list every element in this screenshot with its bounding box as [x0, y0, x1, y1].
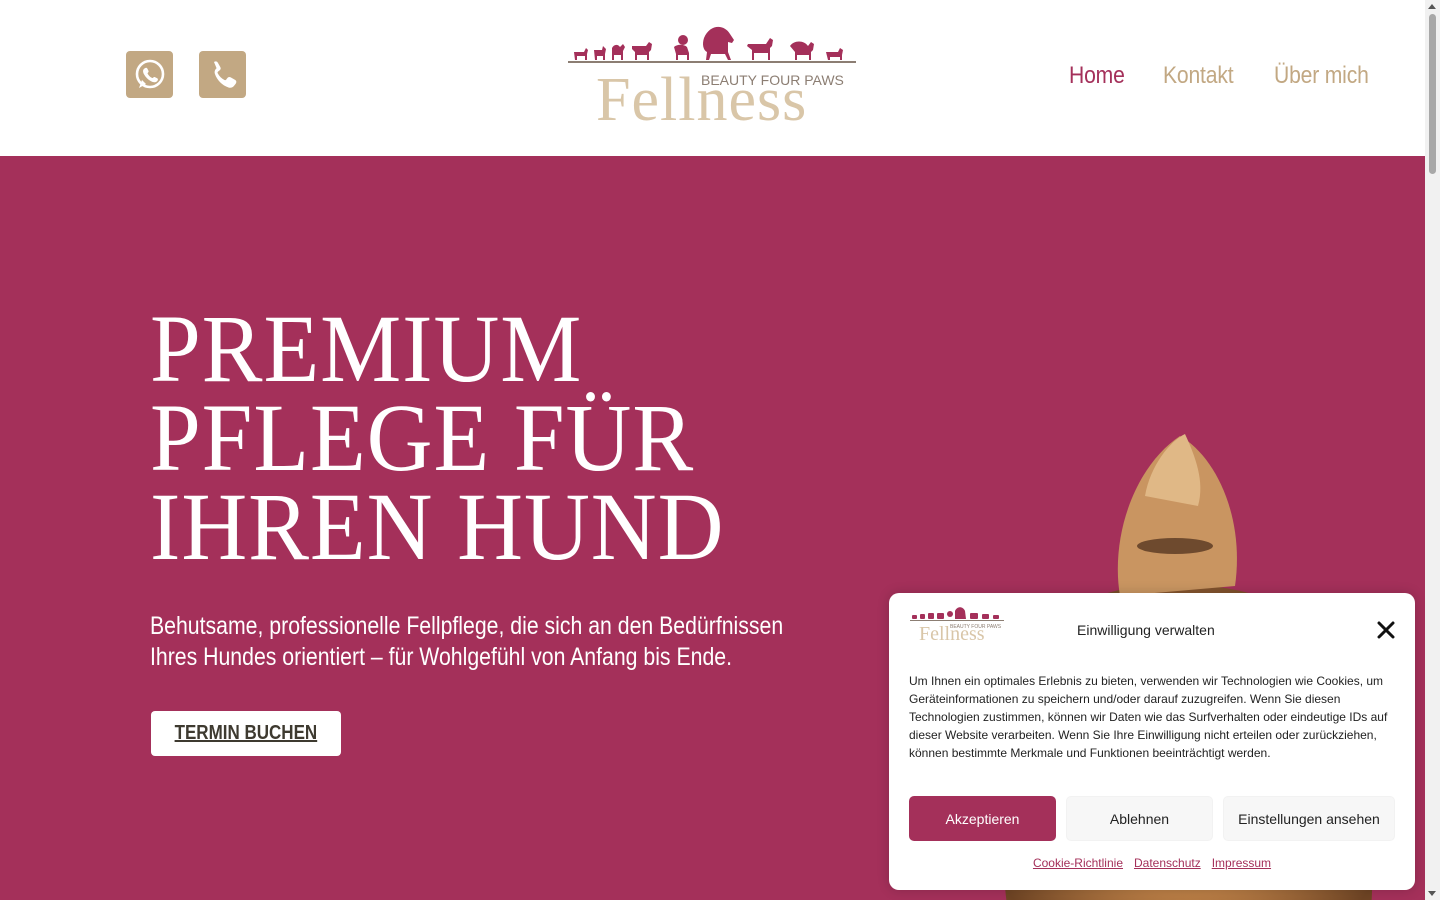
whatsapp-icon — [135, 59, 164, 88]
privacy-link[interactable]: Datenschutz — [1134, 856, 1201, 870]
close-icon[interactable] — [1377, 621, 1395, 639]
logo-tagline: BEAUTY FOUR PAWS — [701, 72, 844, 88]
page-scrollbar[interactable] — [1425, 0, 1440, 900]
logo-divider — [568, 61, 856, 63]
deny-button[interactable]: Ablehnen — [1066, 796, 1213, 841]
consent-links: Cookie-Richtlinie Datenschutz Impressum — [889, 856, 1415, 870]
main-nav: Home Kontakt Über mich — [1069, 62, 1382, 90]
svg-text:BEAUTY FOUR PAWS: BEAUTY FOUR PAWS — [950, 624, 1002, 630]
nav-kontakt[interactable]: Kontakt — [1163, 62, 1234, 90]
hero-subtitle: Behutsame, professionelle Fellpflege, di… — [150, 611, 850, 673]
consent-logo: Fellness BEAUTY FOUR PAWS — [910, 607, 1004, 643]
view-settings-button[interactable]: Einstellungen ansehen — [1223, 796, 1395, 841]
hero-title-line: PFLEGE FÜR — [150, 384, 695, 491]
fellness-logo[interactable]: Fellness BEAUTY FOUR PAWS — [568, 20, 858, 124]
hero-subtitle-line: Behutsame, professionelle Fellpflege, di… — [150, 612, 784, 640]
accept-button[interactable]: Akzeptieren — [909, 796, 1056, 841]
nav-ueber-mich[interactable]: Über mich — [1274, 62, 1369, 90]
phone-button[interactable] — [199, 51, 246, 98]
cookie-consent-dialog: Fellness BEAUTY FOUR PAWS Einwilligung v… — [889, 593, 1415, 890]
imprint-link[interactable]: Impressum — [1212, 856, 1271, 870]
site-header: Fellness BEAUTY FOUR PAWS Home Kontakt Ü… — [0, 0, 1425, 156]
book-appointment-label: TERMIN BUCHEN — [174, 722, 318, 744]
hero-title: PREMIUM PFLEGE FÜR IHREN HUND — [150, 295, 850, 580]
scrollbar-thumb[interactable] — [1429, 14, 1436, 174]
book-appointment-button[interactable]: TERMIN BUCHEN — [151, 711, 341, 756]
dog-silhouettes — [574, 26, 843, 60]
scroll-up-arrow-icon[interactable] — [1428, 4, 1436, 9]
hero-title-line: IHREN HUND — [150, 473, 725, 580]
consent-title: Einwilligung verwalten — [1077, 622, 1215, 638]
scroll-down-arrow-icon[interactable] — [1428, 891, 1436, 896]
whatsapp-button[interactable] — [126, 51, 173, 98]
nav-home[interactable]: Home — [1069, 62, 1125, 90]
hero-title-line: PREMIUM — [150, 295, 583, 402]
phone-icon — [213, 60, 236, 88]
cookie-policy-link[interactable]: Cookie-Richtlinie — [1033, 856, 1123, 870]
hero-subtitle-line: Ihres Hundes orientiert – für Wohlgefühl… — [150, 643, 732, 671]
consent-text: Um Ihnen ein optimales Erlebnis zu biete… — [909, 674, 1388, 760]
